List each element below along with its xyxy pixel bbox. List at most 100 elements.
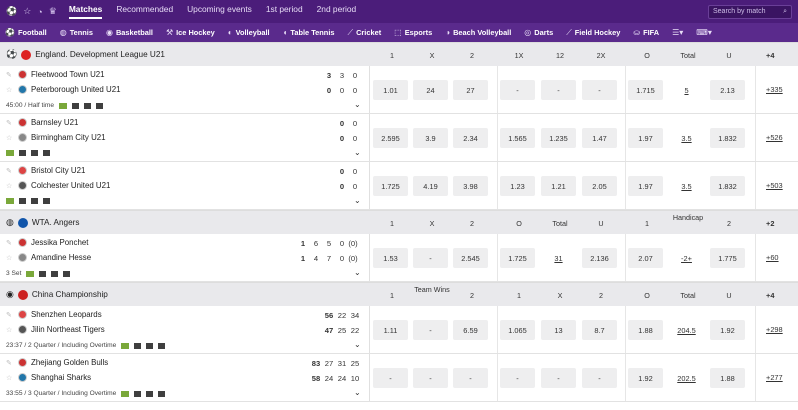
- match-row[interactable]: ✎ Bristol City U21 0 0 ☆ Colchester United U2…: [0, 162, 798, 210]
- star-icon[interactable]: ☆: [23, 6, 31, 17]
- chevron-down-icon[interactable]: ⌄: [354, 148, 361, 157]
- sport-volleyball[interactable]: ◐ Volleyball: [228, 28, 270, 37]
- odds-button[interactable]: 1.775: [710, 248, 745, 268]
- match-row[interactable]: ✎ Zhejiang Golden Bulls 83 27 31 25 ☆ Shanghai …: [0, 354, 798, 402]
- sport-beach-volleyball[interactable]: ◑ Beach Volleyball: [445, 28, 511, 37]
- sport-table-tennis[interactable]: ◖ Table Tennis: [283, 28, 335, 37]
- team-line[interactable]: ☆ Amandine Hesse: [6, 253, 91, 262]
- odds-button[interactable]: 3.9: [413, 128, 448, 148]
- odds-button[interactable]: -: [500, 368, 535, 388]
- star-icon[interactable]: ☆: [6, 254, 14, 262]
- odds-button[interactable]: -: [500, 80, 535, 100]
- chart-icon[interactable]: [84, 102, 92, 109]
- odds-button[interactable]: 1.53: [373, 248, 408, 268]
- odds-button[interactable]: 1.21: [541, 176, 576, 196]
- stats-icon[interactable]: [134, 390, 142, 397]
- odds-button[interactable]: 1.235: [541, 128, 576, 148]
- odds-button[interactable]: 4.19: [413, 176, 448, 196]
- odds-button[interactable]: 1.47: [582, 128, 617, 148]
- list-icon[interactable]: [63, 270, 71, 277]
- odds-button[interactable]: -: [413, 368, 448, 388]
- stats-icon[interactable]: [39, 270, 47, 277]
- list-icon[interactable]: [158, 390, 166, 397]
- odds-button[interactable]: 13: [541, 320, 576, 340]
- tab-1st-period[interactable]: 1st period: [266, 4, 303, 19]
- more-markets-count[interactable]: +4: [766, 51, 774, 60]
- field-icon[interactable]: [59, 102, 68, 109]
- odds-button[interactable]: 1.065: [500, 320, 535, 340]
- list-icon[interactable]: [43, 150, 50, 156]
- pin-icon[interactable]: ✎: [6, 311, 14, 319]
- more-markets-link[interactable]: +298: [766, 325, 783, 334]
- menu-icon[interactable]: ☰▾: [672, 28, 683, 37]
- gamepad-icon[interactable]: ⌨▾: [696, 28, 712, 37]
- odds-button[interactable]: 1.725: [500, 248, 535, 268]
- odds-button[interactable]: 5: [669, 80, 704, 100]
- sport-basketball[interactable]: ◉ Basketball: [106, 28, 153, 37]
- chevron-down-icon[interactable]: ⌄: [354, 388, 361, 397]
- chart-icon[interactable]: [146, 390, 154, 397]
- chart-icon[interactable]: [31, 198, 38, 204]
- star-icon[interactable]: ☆: [6, 374, 14, 382]
- chevron-down-icon[interactable]: ⌄: [354, 196, 361, 205]
- team-line[interactable]: ✎ Jessika Ponchet: [6, 238, 88, 247]
- team-line[interactable]: ☆ Birmingham City U21: [6, 133, 106, 142]
- stats-icon[interactable]: [19, 198, 26, 204]
- odds-button[interactable]: 1.23: [500, 176, 535, 196]
- league-title[interactable]: ◍ WTA. Angers: [0, 217, 369, 228]
- grid-icon[interactable]: ⚽: [6, 6, 17, 17]
- chart-icon[interactable]: [51, 270, 59, 277]
- field-icon[interactable]: [121, 342, 130, 349]
- star-icon[interactable]: ☆: [6, 182, 14, 190]
- league-title[interactable]: ⚽ England. Development League U21: [0, 49, 369, 60]
- list-icon[interactable]: [158, 342, 166, 349]
- odds-button[interactable]: 1.725: [373, 176, 408, 196]
- sport-cricket[interactable]: ⟋ Cricket: [347, 28, 381, 38]
- match-row[interactable]: ✎ Barnsley U21 0 0 ☆ Birmingham City U21 0 0 ⌄ 2.…: [0, 114, 798, 162]
- pin-icon[interactable]: ✎: [6, 239, 14, 247]
- match-row[interactable]: ✎ Shenzhen Leopards 56 22 34 ☆ Jilin Northeast…: [0, 306, 798, 354]
- more-markets-link[interactable]: +60: [766, 253, 779, 262]
- star-icon[interactable]: ☆: [6, 134, 14, 142]
- odds-button[interactable]: -: [541, 368, 576, 388]
- odds-button[interactable]: -: [582, 368, 617, 388]
- team-line[interactable]: ✎ Barnsley U21: [6, 118, 78, 127]
- field-icon[interactable]: [121, 390, 130, 397]
- more-markets-link[interactable]: +277: [766, 373, 783, 382]
- odds-button[interactable]: 1.01: [373, 80, 408, 100]
- odds-button[interactable]: 2.136: [582, 248, 617, 268]
- team-line[interactable]: ✎ Shenzhen Leopards: [6, 310, 102, 319]
- odds-button[interactable]: 204.5: [669, 320, 704, 340]
- odds-button[interactable]: 1.88: [710, 368, 745, 388]
- stats-icon[interactable]: [134, 342, 142, 349]
- pin-icon[interactable]: ✎: [6, 167, 14, 175]
- odds-button[interactable]: 2.13: [710, 80, 745, 100]
- field-icon[interactable]: [6, 198, 14, 204]
- pin-icon[interactable]: ✎: [6, 359, 14, 367]
- odds-button[interactable]: 31: [541, 248, 576, 268]
- chevron-down-icon[interactable]: ⌄: [354, 268, 361, 277]
- list-icon[interactable]: [96, 102, 104, 109]
- tab-2nd-period[interactable]: 2nd period: [317, 4, 357, 19]
- odds-button[interactable]: 2.05: [582, 176, 617, 196]
- field-icon[interactable]: [6, 150, 14, 156]
- list-icon[interactable]: [43, 198, 50, 204]
- odds-button[interactable]: -: [413, 248, 448, 268]
- odds-button[interactable]: 8.7: [582, 320, 617, 340]
- league-title[interactable]: ◉ China Championship: [0, 289, 369, 300]
- stats-icon[interactable]: [72, 102, 80, 109]
- chevron-down-icon[interactable]: ⌄: [354, 340, 361, 349]
- more-markets-count[interactable]: +4: [766, 291, 774, 300]
- odds-button[interactable]: 1.11: [373, 320, 408, 340]
- odds-button[interactable]: 1.88: [628, 320, 663, 340]
- team-line[interactable]: ✎ Bristol City U21: [6, 166, 85, 175]
- team-line[interactable]: ☆ Shanghai Sharks: [6, 373, 91, 382]
- team-line[interactable]: ☆ Peterborough United U21: [6, 85, 121, 94]
- odds-button[interactable]: 3.5: [669, 176, 704, 196]
- sport-tennis[interactable]: ◍ Tennis: [60, 28, 93, 37]
- sport-fifa[interactable]: ⛀ FIFA: [633, 28, 659, 37]
- odds-button[interactable]: 6.59: [453, 320, 488, 340]
- odds-button[interactable]: 3.98: [453, 176, 488, 196]
- more-markets-count[interactable]: +2: [766, 219, 774, 228]
- tab-matches[interactable]: Matches: [68, 4, 103, 19]
